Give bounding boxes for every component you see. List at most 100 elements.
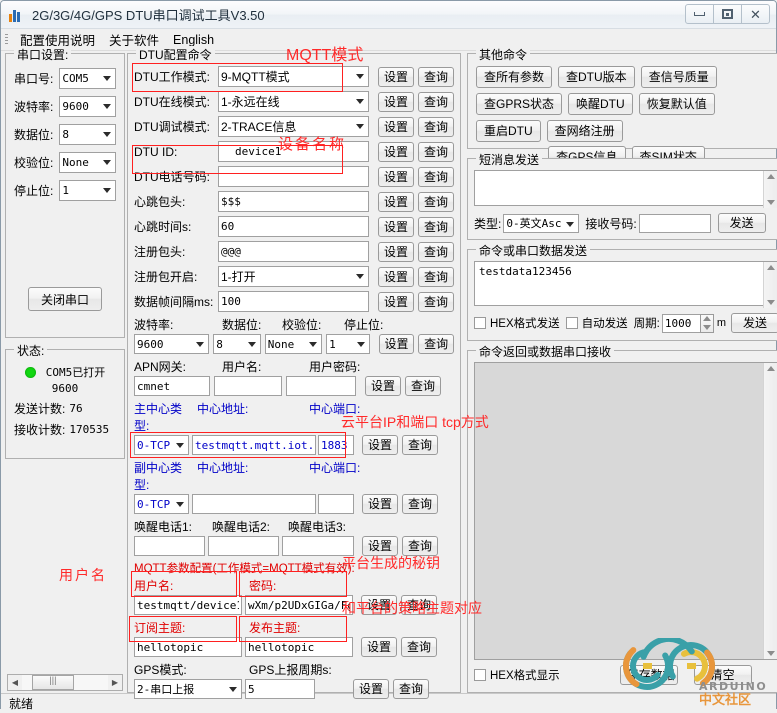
gps-query-button[interactable]: 查询 [393,679,429,699]
sms-send-button[interactable]: 发送 [717,213,766,233]
heartbeat-interval-query-button[interactable]: 查询 [418,216,454,237]
gps-period-input[interactable] [245,679,315,699]
register-header-set-button[interactable]: 设置 [378,241,414,262]
work-mode-select-wrap[interactable]: 9-MQTT模式 [218,66,369,87]
main-center-set-button[interactable]: 设置 [362,435,398,455]
dtu-phone-query-button[interactable]: 查询 [418,166,454,187]
debug-mode-select[interactable]: 2-TRACE信息 [218,116,369,137]
send-data-button[interactable]: 发送 [731,313,777,333]
send-scrollbar[interactable] [763,262,777,308]
wakeup-phone1-input[interactable] [134,536,205,556]
apn-password-input[interactable] [286,376,356,396]
sms-textarea[interactable] [474,170,777,206]
mqtt-publish-input[interactable] [245,637,353,657]
frame-interval-set-button[interactable]: 设置 [378,291,414,312]
online-mode-set-button[interactable]: 设置 [378,91,414,112]
sub-center-type-select-wrap[interactable]: 0-TCP [134,494,189,514]
heartbeat-header-input[interactable] [218,191,369,212]
main-center-port-input[interactable] [318,435,354,455]
debug-mode-query-button[interactable]: 查询 [418,116,454,137]
scroll-track[interactable] [22,675,108,690]
scroll-down-icon[interactable] [767,200,776,205]
register-enable-select[interactable]: 1-打开 [218,266,369,287]
query-gprs-status-button[interactable]: 查GPRS状态 [476,93,563,115]
frame-interval-input[interactable] [218,291,369,312]
apn-gateway-input[interactable] [134,376,210,396]
auto-send-checkbox[interactable] [565,317,578,329]
save-data-button[interactable]: 保存数据 [619,665,678,685]
scroll-down-icon[interactable] [767,651,776,656]
sub-center-port-input[interactable] [318,494,354,514]
recv-data-textarea[interactable] [474,362,777,660]
register-enable-select-wrap[interactable]: 1-打开 [218,266,369,287]
sub-center-set-button[interactable]: 设置 [362,494,398,514]
baud-rate-select-wrap[interactable]: 9600 [59,96,116,117]
uart-parity-select[interactable]: None [264,334,323,354]
debug-mode-set-button[interactable]: 设置 [378,116,414,137]
stop-bits-select-wrap[interactable]: 1 [59,180,116,201]
spinner-buttons[interactable] [699,313,714,333]
apn-set-button[interactable]: 设置 [365,376,401,396]
dtu-phone-input[interactable] [218,166,369,187]
frame-interval-query-button[interactable]: 查询 [418,291,454,312]
mqtt-cred-query-button[interactable]: 查询 [401,595,437,615]
online-mode-select-wrap[interactable]: 1-永远在线 [218,91,369,112]
main-center-query-button[interactable]: 查询 [402,435,438,455]
query-all-params-button[interactable]: 查所有参数 [476,66,553,88]
wakeup-set-button[interactable]: 设置 [362,536,398,556]
sms-type-select[interactable]: 0-英文Asc [503,213,580,233]
mqtt-subscribe-input[interactable] [134,637,242,657]
hex-display-checkbox[interactable] [474,669,486,681]
sub-center-address-input[interactable] [192,494,316,514]
uart-databits-select[interactable]: 8 [213,334,261,354]
work-mode-select[interactable]: 9-MQTT模式 [218,66,369,87]
apn-query-button[interactable]: 查询 [405,376,441,396]
gps-mode-select-wrap[interactable]: 2-串口上报 [134,679,242,699]
send-period-spinner[interactable] [661,313,714,333]
uart-baud-select[interactable]: 9600 [134,334,210,354]
sms-scrollbar[interactable] [763,171,777,208]
dtu-phone-set-button[interactable]: 设置 [378,166,414,187]
gps-set-button[interactable]: 设置 [353,679,389,699]
spinner-up-icon[interactable] [701,315,713,324]
heartbeat-interval-set-button[interactable]: 设置 [378,216,414,237]
scroll-up-icon[interactable] [767,366,776,371]
serial-port-select[interactable]: COM5 [59,68,116,89]
register-enable-query-button[interactable]: 查询 [418,266,454,287]
send-period-input[interactable] [661,313,700,333]
mqtt-user-input[interactable] [134,595,242,615]
main-center-type-select[interactable]: 0-TCP [134,435,189,455]
scroll-up-icon[interactable] [767,265,776,270]
register-header-query-button[interactable]: 查询 [418,241,454,262]
scroll-thumb[interactable] [32,675,74,690]
dtu-id-input[interactable] [218,141,369,162]
uart-query-button[interactable]: 查询 [418,334,454,354]
uart-set-button[interactable]: 设置 [378,334,415,354]
debug-mode-select-wrap[interactable]: 2-TRACE信息 [218,116,369,137]
main-center-address-input[interactable] [192,435,316,455]
heartbeat-interval-input[interactable] [218,216,369,237]
online-mode-select[interactable]: 1-永远在线 [218,91,369,112]
query-dtu-version-button[interactable]: 查DTU版本 [558,66,635,88]
mqtt-cred-set-button[interactable]: 设置 [361,595,397,615]
recv-scrollbar[interactable] [763,363,777,659]
wakeup-phone2-input[interactable] [208,536,279,556]
register-enable-set-button[interactable]: 设置 [378,266,414,287]
serial-port-select-wrap[interactable]: COM5 [59,68,116,89]
sms-number-input[interactable] [638,213,711,233]
wakeup-dtu-button[interactable]: 唤醒DTU [568,93,633,115]
scroll-right-icon[interactable]: ▶ [108,678,122,687]
scroll-up-icon[interactable] [767,174,776,179]
uart-stopbits-select[interactable]: 1 [326,334,370,354]
stop-bits-select[interactable]: 1 [59,180,116,201]
dtu-id-set-button[interactable]: 设置 [378,141,414,162]
uart-baud-select-wrap[interactable]: 9600 [134,334,210,354]
online-mode-query-button[interactable]: 查询 [418,91,454,112]
send-data-textarea[interactable] [474,261,777,306]
clear-button[interactable]: 清空 [693,665,752,685]
scroll-left-icon[interactable]: ◀ [8,678,22,687]
uart-databits-select-wrap[interactable]: 8 [213,334,261,354]
work-mode-set-button[interactable]: 设置 [378,66,414,87]
dtu-id-query-button[interactable]: 查询 [418,141,454,162]
wakeup-query-button[interactable]: 查询 [402,536,438,556]
